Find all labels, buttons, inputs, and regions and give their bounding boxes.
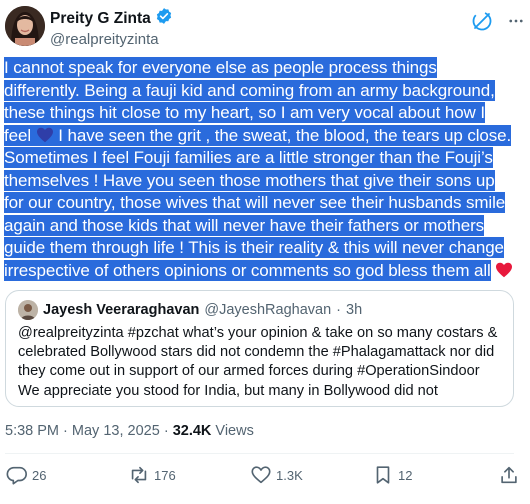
quoted-tweet-header: Jayesh Veeraraghavan @JayeshRaghavan · 3… bbox=[18, 300, 362, 320]
more-options-button[interactable] bbox=[506, 10, 526, 32]
like-count: 1.3K bbox=[276, 467, 303, 483]
repost-button[interactable]: 176 bbox=[128, 460, 176, 490]
quoted-tweet[interactable]: Jayesh Veeraraghavan @JayeshRaghavan · 3… bbox=[5, 290, 514, 407]
heart-icon bbox=[251, 466, 271, 484]
quoted-tweet-text: @realpreityzinta #pzchat what’s your opi… bbox=[18, 325, 498, 399]
tweet-time[interactable]: 5:38 PM bbox=[5, 423, 59, 439]
avatar-photo bbox=[5, 6, 45, 46]
quoted-author-name[interactable]: Jayesh Veeraraghavan bbox=[43, 302, 199, 318]
share-icon bbox=[501, 466, 517, 484]
blue-heart-icon bbox=[36, 126, 54, 145]
reply-icon bbox=[6, 466, 27, 485]
bookmark-icon bbox=[376, 466, 390, 484]
grok-icon bbox=[472, 11, 492, 31]
meta-separator-2: · bbox=[163, 423, 169, 439]
quoted-separator: · bbox=[336, 302, 342, 318]
tweet-text: I cannot speak for everyone else as peop… bbox=[4, 57, 514, 282]
reply-button[interactable]: 26 bbox=[6, 460, 46, 490]
tweet-text-part-2: I have seen the grit , the sweat, the bl… bbox=[4, 125, 512, 280]
share-button[interactable] bbox=[498, 460, 520, 490]
author-handle[interactable]: @realpreityzinta bbox=[50, 31, 173, 48]
bookmark-count: 12 bbox=[398, 467, 413, 483]
author-info: Preity G Zinta @realpreityzinta bbox=[50, 7, 173, 48]
quoted-author-handle[interactable]: @JayeshRaghavan bbox=[204, 302, 331, 318]
tweet-meta: 5:38 PM · May 13, 2025 · 32.4K Views bbox=[5, 423, 254, 439]
quoted-time[interactable]: 3h bbox=[346, 302, 362, 318]
meta-separator: · bbox=[63, 423, 68, 439]
views-count: 32.4K bbox=[172, 423, 212, 439]
grok-button[interactable] bbox=[468, 7, 496, 35]
verified-badge-icon bbox=[155, 7, 173, 30]
quoted-author-avatar[interactable] bbox=[18, 300, 38, 320]
divider bbox=[5, 453, 514, 454]
author-name[interactable]: Preity G Zinta bbox=[50, 10, 151, 28]
more-icon bbox=[509, 19, 523, 23]
red-heart-icon bbox=[491, 261, 514, 280]
tweet-date[interactable]: May 13, 2025 bbox=[72, 423, 160, 439]
repost-icon bbox=[131, 466, 147, 484]
reply-count: 26 bbox=[32, 467, 47, 483]
views-label: Views bbox=[215, 423, 254, 439]
author-avatar[interactable] bbox=[5, 6, 45, 46]
repost-count: 176 bbox=[154, 467, 176, 483]
bookmark-button[interactable]: 12 bbox=[372, 460, 412, 490]
action-bar: 26 176 1.3K 12 bbox=[0, 460, 530, 490]
like-button[interactable]: 1.3K bbox=[250, 460, 303, 490]
